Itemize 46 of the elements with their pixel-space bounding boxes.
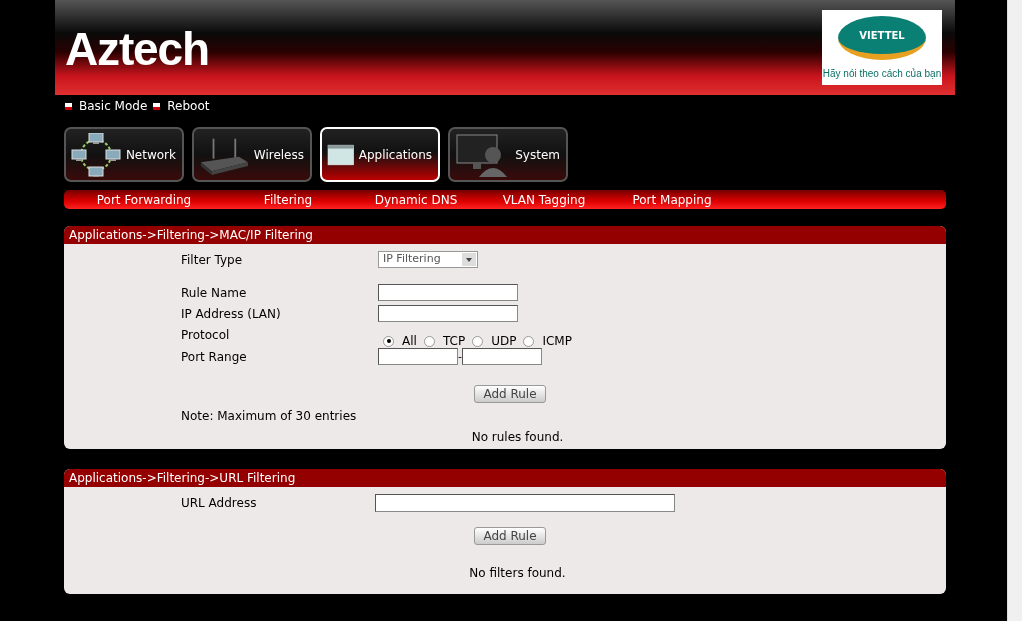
sub-nav-link[interactable]: Port Forwarding (64, 190, 224, 209)
bullet-icon (65, 102, 72, 110)
nav-tab[interactable]: Applications (320, 127, 440, 182)
brand-name: Aztech (65, 26, 209, 72)
panel-header: Applications->Filtering->MAC/IP Filtering (64, 226, 946, 244)
bullet-icon (153, 102, 161, 110)
dropdown-caret-icon (462, 253, 476, 266)
nav-tab[interactable]: Wireless (192, 127, 312, 182)
port-start-field[interactable] (378, 348, 458, 365)
sub-nav-link[interactable]: Filtering (224, 190, 352, 209)
empty-message: No filters found. (468, 565, 566, 582)
field-label: Filter Type (181, 252, 244, 269)
range-separator: - (458, 351, 462, 362)
field-label: Rule Name (181, 285, 248, 302)
empty-message: No rules found. (470, 429, 564, 446)
protocol-option-label: TCP (442, 333, 466, 350)
add-rule-button[interactable]: Add Rule (474, 385, 546, 403)
protocol-radio[interactable] (383, 335, 394, 347)
panel-header: Applications->Filtering->URL Filtering (64, 469, 946, 487)
network-icon (71, 132, 121, 177)
add-rule-button[interactable]: Add Rule (474, 527, 546, 545)
logo-slogan: Hãy nói theo cách của bạn (822, 67, 942, 81)
nav-tab[interactable]: System (448, 127, 568, 182)
field-label: Port Range (181, 349, 248, 366)
port-end-field[interactable] (462, 348, 542, 365)
protocol-option-label: All (402, 333, 417, 350)
sub-nav-link[interactable]: Dynamic DNS (352, 190, 480, 209)
field-label: IP Address (LAN) (181, 306, 282, 323)
protocol-radio[interactable] (523, 335, 535, 347)
top-link[interactable]: Reboot (167, 97, 210, 115)
ip-address-field[interactable] (378, 305, 518, 322)
nav-tab[interactable]: Network (64, 127, 184, 182)
protocol-radio[interactable] (472, 335, 484, 347)
field-label: URL Address (181, 495, 258, 512)
protocol-option-label: ICMP (542, 333, 572, 350)
sub-nav-link[interactable]: VLAN Tagging (480, 190, 608, 209)
rule-name-field[interactable] (378, 284, 518, 301)
sub-nav-link[interactable]: Port Mapping (608, 190, 736, 209)
url-address-field[interactable] (375, 494, 675, 512)
protocol-option-label: UDP (491, 333, 517, 350)
note-text: Note: Maximum of 30 entries (180, 408, 357, 425)
filter-type-dropdown[interactable]: IP Filtering (378, 251, 478, 268)
field-label: Protocol (181, 327, 231, 344)
scrollbar[interactable] (1007, 0, 1022, 621)
protocol-radio[interactable] (423, 335, 435, 347)
top-link[interactable]: Basic Mode (79, 97, 148, 115)
